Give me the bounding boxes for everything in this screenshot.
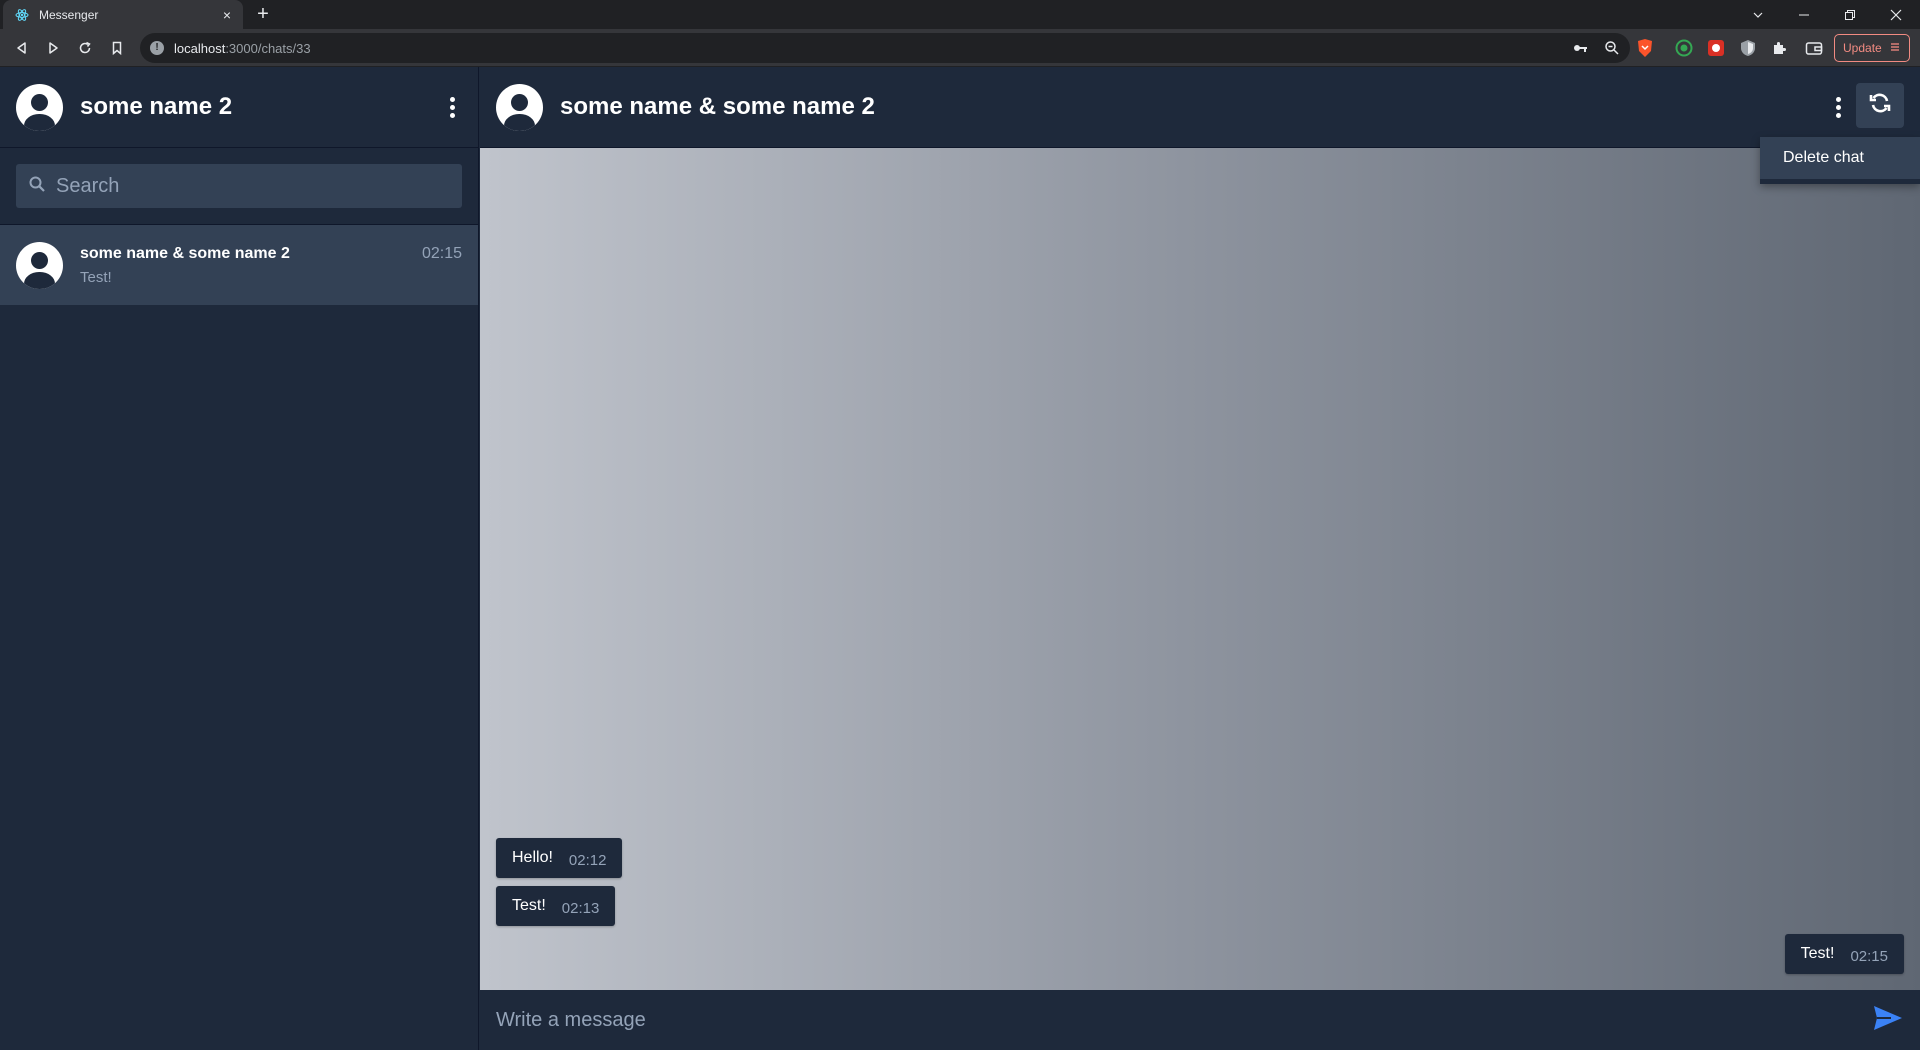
wallet-icon[interactable] (1804, 38, 1824, 58)
message-bubble: Test! 02:13 (496, 886, 616, 926)
url-host: localhost (174, 40, 226, 56)
site-info-icon[interactable]: ! (150, 41, 164, 55)
sidebar: some name 2 some name & some name 2 02:1… (0, 67, 479, 1050)
chat-avatar (16, 241, 63, 289)
chat-info: some name & some name 2 02:15 Test! (80, 245, 462, 286)
tab-close-icon[interactable]: × (219, 7, 235, 23)
update-button[interactable]: Update (1834, 34, 1910, 62)
chat-list-time: 02:15 (421, 244, 462, 262)
chat-header-avatar[interactable] (496, 83, 543, 131)
restore-icon[interactable] (1827, 0, 1873, 29)
refresh-button[interactable] (1856, 83, 1904, 128)
chat-title: some name & some name 2 (560, 93, 875, 120)
tab-title: Messenger (39, 7, 99, 22)
close-window-icon[interactable] (1873, 0, 1919, 29)
message-text: Hello! (512, 849, 553, 866)
back-icon[interactable] (9, 35, 35, 61)
chat-menu-icon[interactable] (1828, 92, 1848, 122)
message-text: Test! (512, 897, 546, 914)
tab-search-icon[interactable] (1735, 0, 1781, 29)
sidebar-header: some name 2 (0, 67, 478, 148)
update-label: Update (1843, 41, 1882, 55)
sidebar-menu-icon[interactable] (442, 92, 462, 122)
address-bar[interactable]: ! localhost:3000/chats/33 (140, 33, 1630, 63)
extensions-puzzle-icon[interactable] (1770, 38, 1790, 58)
message-composer (480, 990, 1920, 1050)
bookmark-icon[interactable] (104, 35, 130, 61)
message-text: Test! (1800, 945, 1835, 962)
search-box[interactable] (16, 164, 462, 208)
react-favicon-icon (15, 8, 29, 22)
chat-options-menu: Delete chat (1760, 137, 1920, 184)
zoom-out-icon[interactable] (1604, 40, 1620, 61)
url-path: :3000/chats/33 (225, 40, 311, 56)
chat-panel: some name & some name 2 Delete chat Hell… (480, 67, 1920, 1050)
search-icon (28, 175, 46, 198)
extension-green-icon[interactable] (1674, 38, 1694, 58)
minimize-icon[interactable] (1781, 0, 1827, 29)
current-user-name: some name 2 (80, 93, 233, 120)
message-area: Hello! 02:12 Test! 02:13 Test! 02:15 (480, 148, 1920, 990)
forward-icon[interactable] (40, 35, 66, 61)
refresh-icon (1868, 91, 1892, 120)
message-bubble: Hello! 02:12 (496, 838, 623, 878)
chat-list-title: some name & some name 2 (80, 244, 290, 262)
send-icon (1873, 1005, 1903, 1036)
new-tab-button[interactable]: + (252, 3, 274, 25)
delete-chat-menu-item[interactable]: Delete chat (1783, 149, 1864, 167)
key-icon[interactable] (1572, 40, 1588, 61)
message-time: 02:12 (568, 852, 607, 869)
reload-icon[interactable] (72, 35, 98, 61)
extension-red-icon[interactable] (1706, 38, 1726, 58)
message-bubble: Test! 02:15 (1784, 934, 1904, 974)
chat-header: some name & some name 2 Delete chat (480, 67, 1920, 184)
user-avatar[interactable] (16, 83, 63, 131)
chat-list-item[interactable]: some name & some name 2 02:15 Test! (0, 225, 478, 305)
message-input[interactable] (496, 1008, 1872, 1032)
messenger-app: some name 2 some name & some name 2 02:1… (0, 67, 1920, 1050)
search-section (0, 148, 478, 225)
send-button[interactable] (1872, 1004, 1904, 1036)
message-time: 02:15 (1850, 948, 1888, 965)
message-time: 02:13 (561, 900, 600, 917)
chat-list-preview: Test! (80, 268, 112, 286)
extension-shield-icon[interactable] (1738, 38, 1758, 58)
browser-tab-bar: Messenger × + (0, 0, 1920, 29)
brave-shield-icon[interactable] (1635, 38, 1655, 58)
browser-toolbar: ! localhost:3000/chats/33 Update (0, 29, 1920, 67)
browser-tab[interactable]: Messenger × (3, 0, 243, 29)
menu-icon (1889, 41, 1901, 56)
search-input[interactable] (56, 174, 436, 198)
